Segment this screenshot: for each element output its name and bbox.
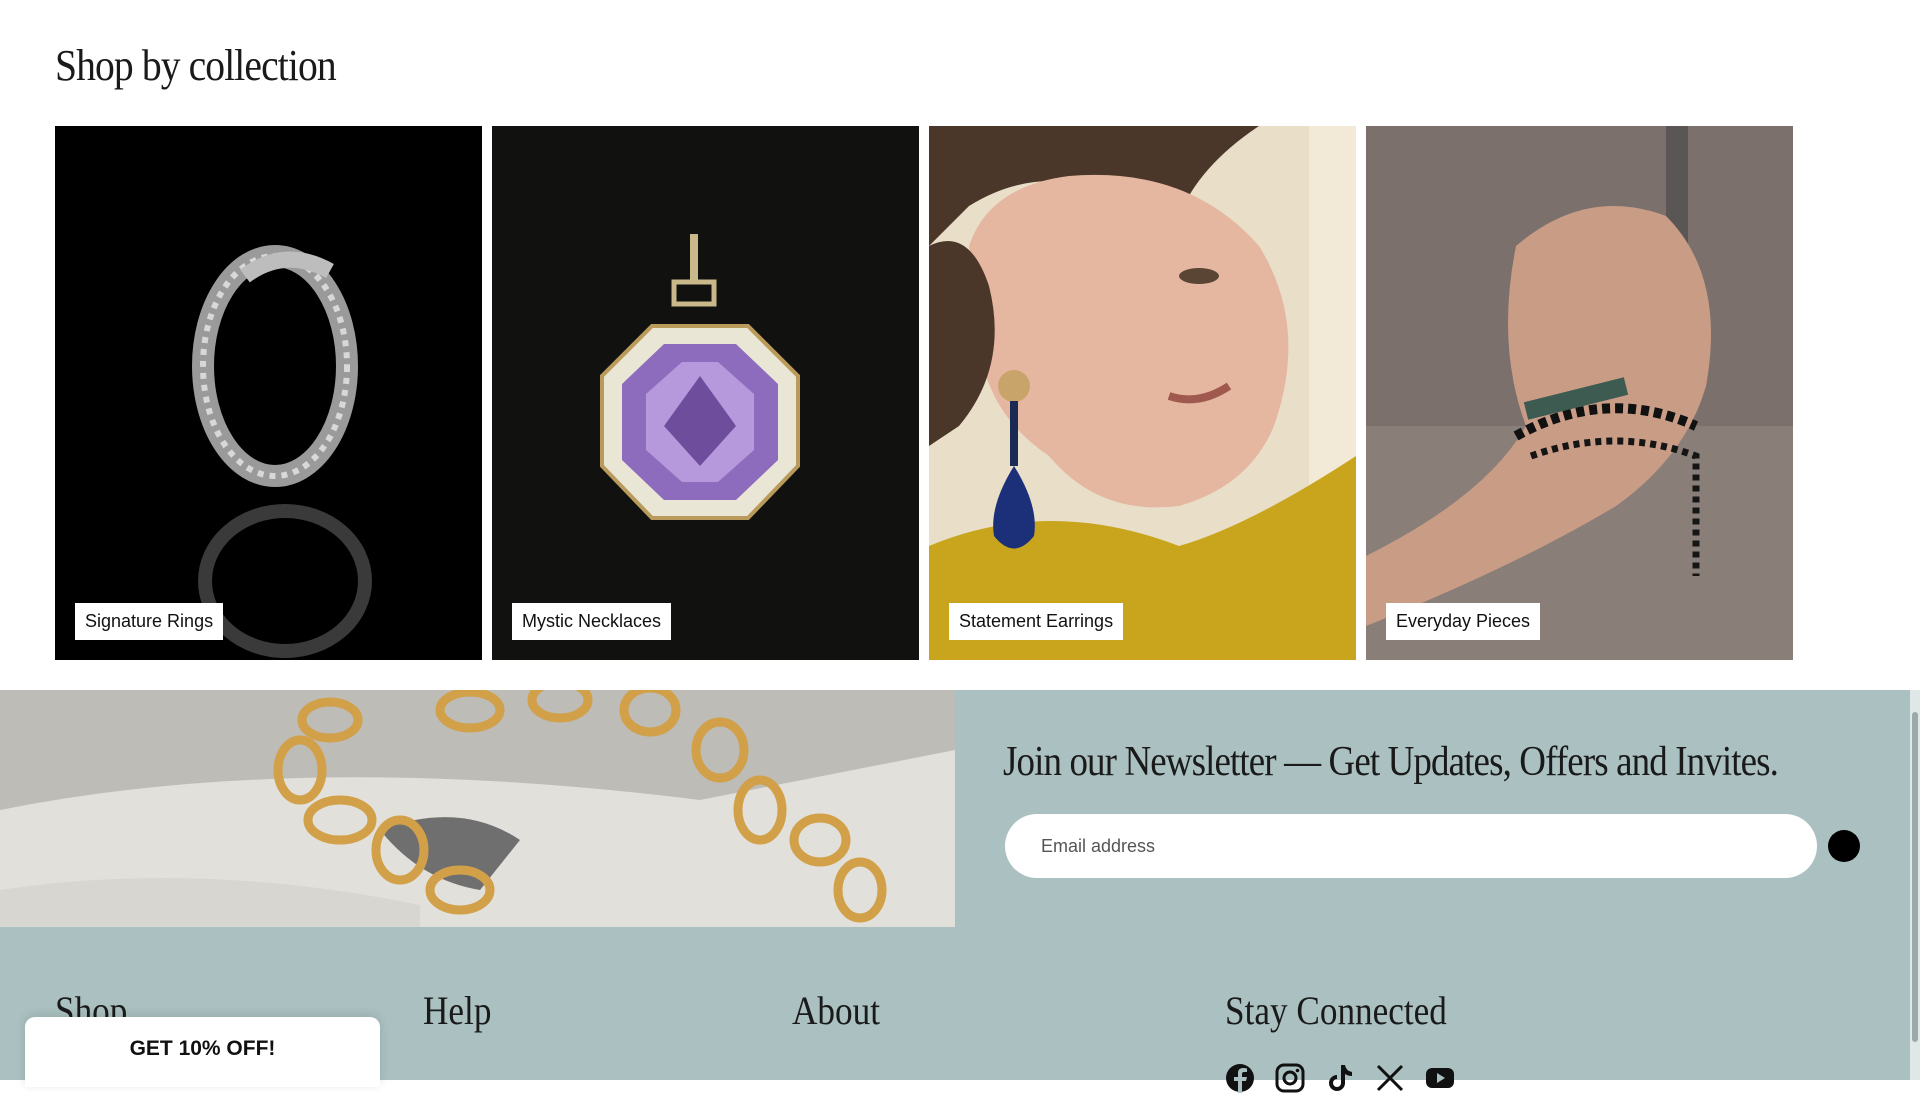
footer-heading-stay-connected: Stay Connected [1225,988,1447,1033]
collection-label: Everyday Pieces [1386,603,1541,640]
ring-image [55,126,482,660]
x-icon[interactable] [1375,1063,1405,1093]
collection-grid: Signature Rings Mystic Necklaces Stateme… [55,126,1793,660]
collection-card-everyday[interactable]: Everyday Pieces [1366,126,1793,660]
social-links [1225,1063,1455,1093]
footer-heading-help: Help [423,988,492,1033]
collection-card-rings[interactable]: Signature Rings [55,126,482,660]
collection-label: Mystic Necklaces [512,603,672,640]
earrings-image [929,126,1356,660]
email-input[interactable] [1005,814,1817,878]
youtube-icon[interactable] [1425,1063,1455,1093]
chain-bracelet-image [0,690,955,927]
collection-card-necklaces[interactable]: Mystic Necklaces [492,126,919,660]
necklace-image [492,126,919,660]
scrollbar-thumb[interactable] [1912,712,1918,1042]
submit-button[interactable] [1828,830,1860,862]
newsletter-section: Join our Newsletter — Get Updates, Offer… [955,690,1910,927]
section-title: Shop by collection [55,41,337,90]
instagram-icon[interactable] [1275,1063,1305,1093]
collection-card-earrings[interactable]: Statement Earrings [929,126,1356,660]
bracelet-image [1366,126,1793,660]
tiktok-icon[interactable] [1325,1063,1355,1093]
facebook-icon[interactable] [1225,1063,1255,1093]
newsletter-heading: Join our Newsletter — Get Updates, Offer… [1003,739,1779,785]
footer-heading-about: About [792,988,880,1033]
collection-label: Statement Earrings [949,603,1124,640]
collection-label: Signature Rings [75,603,224,640]
discount-popup-button[interactable]: GET 10% OFF! [25,1017,380,1087]
